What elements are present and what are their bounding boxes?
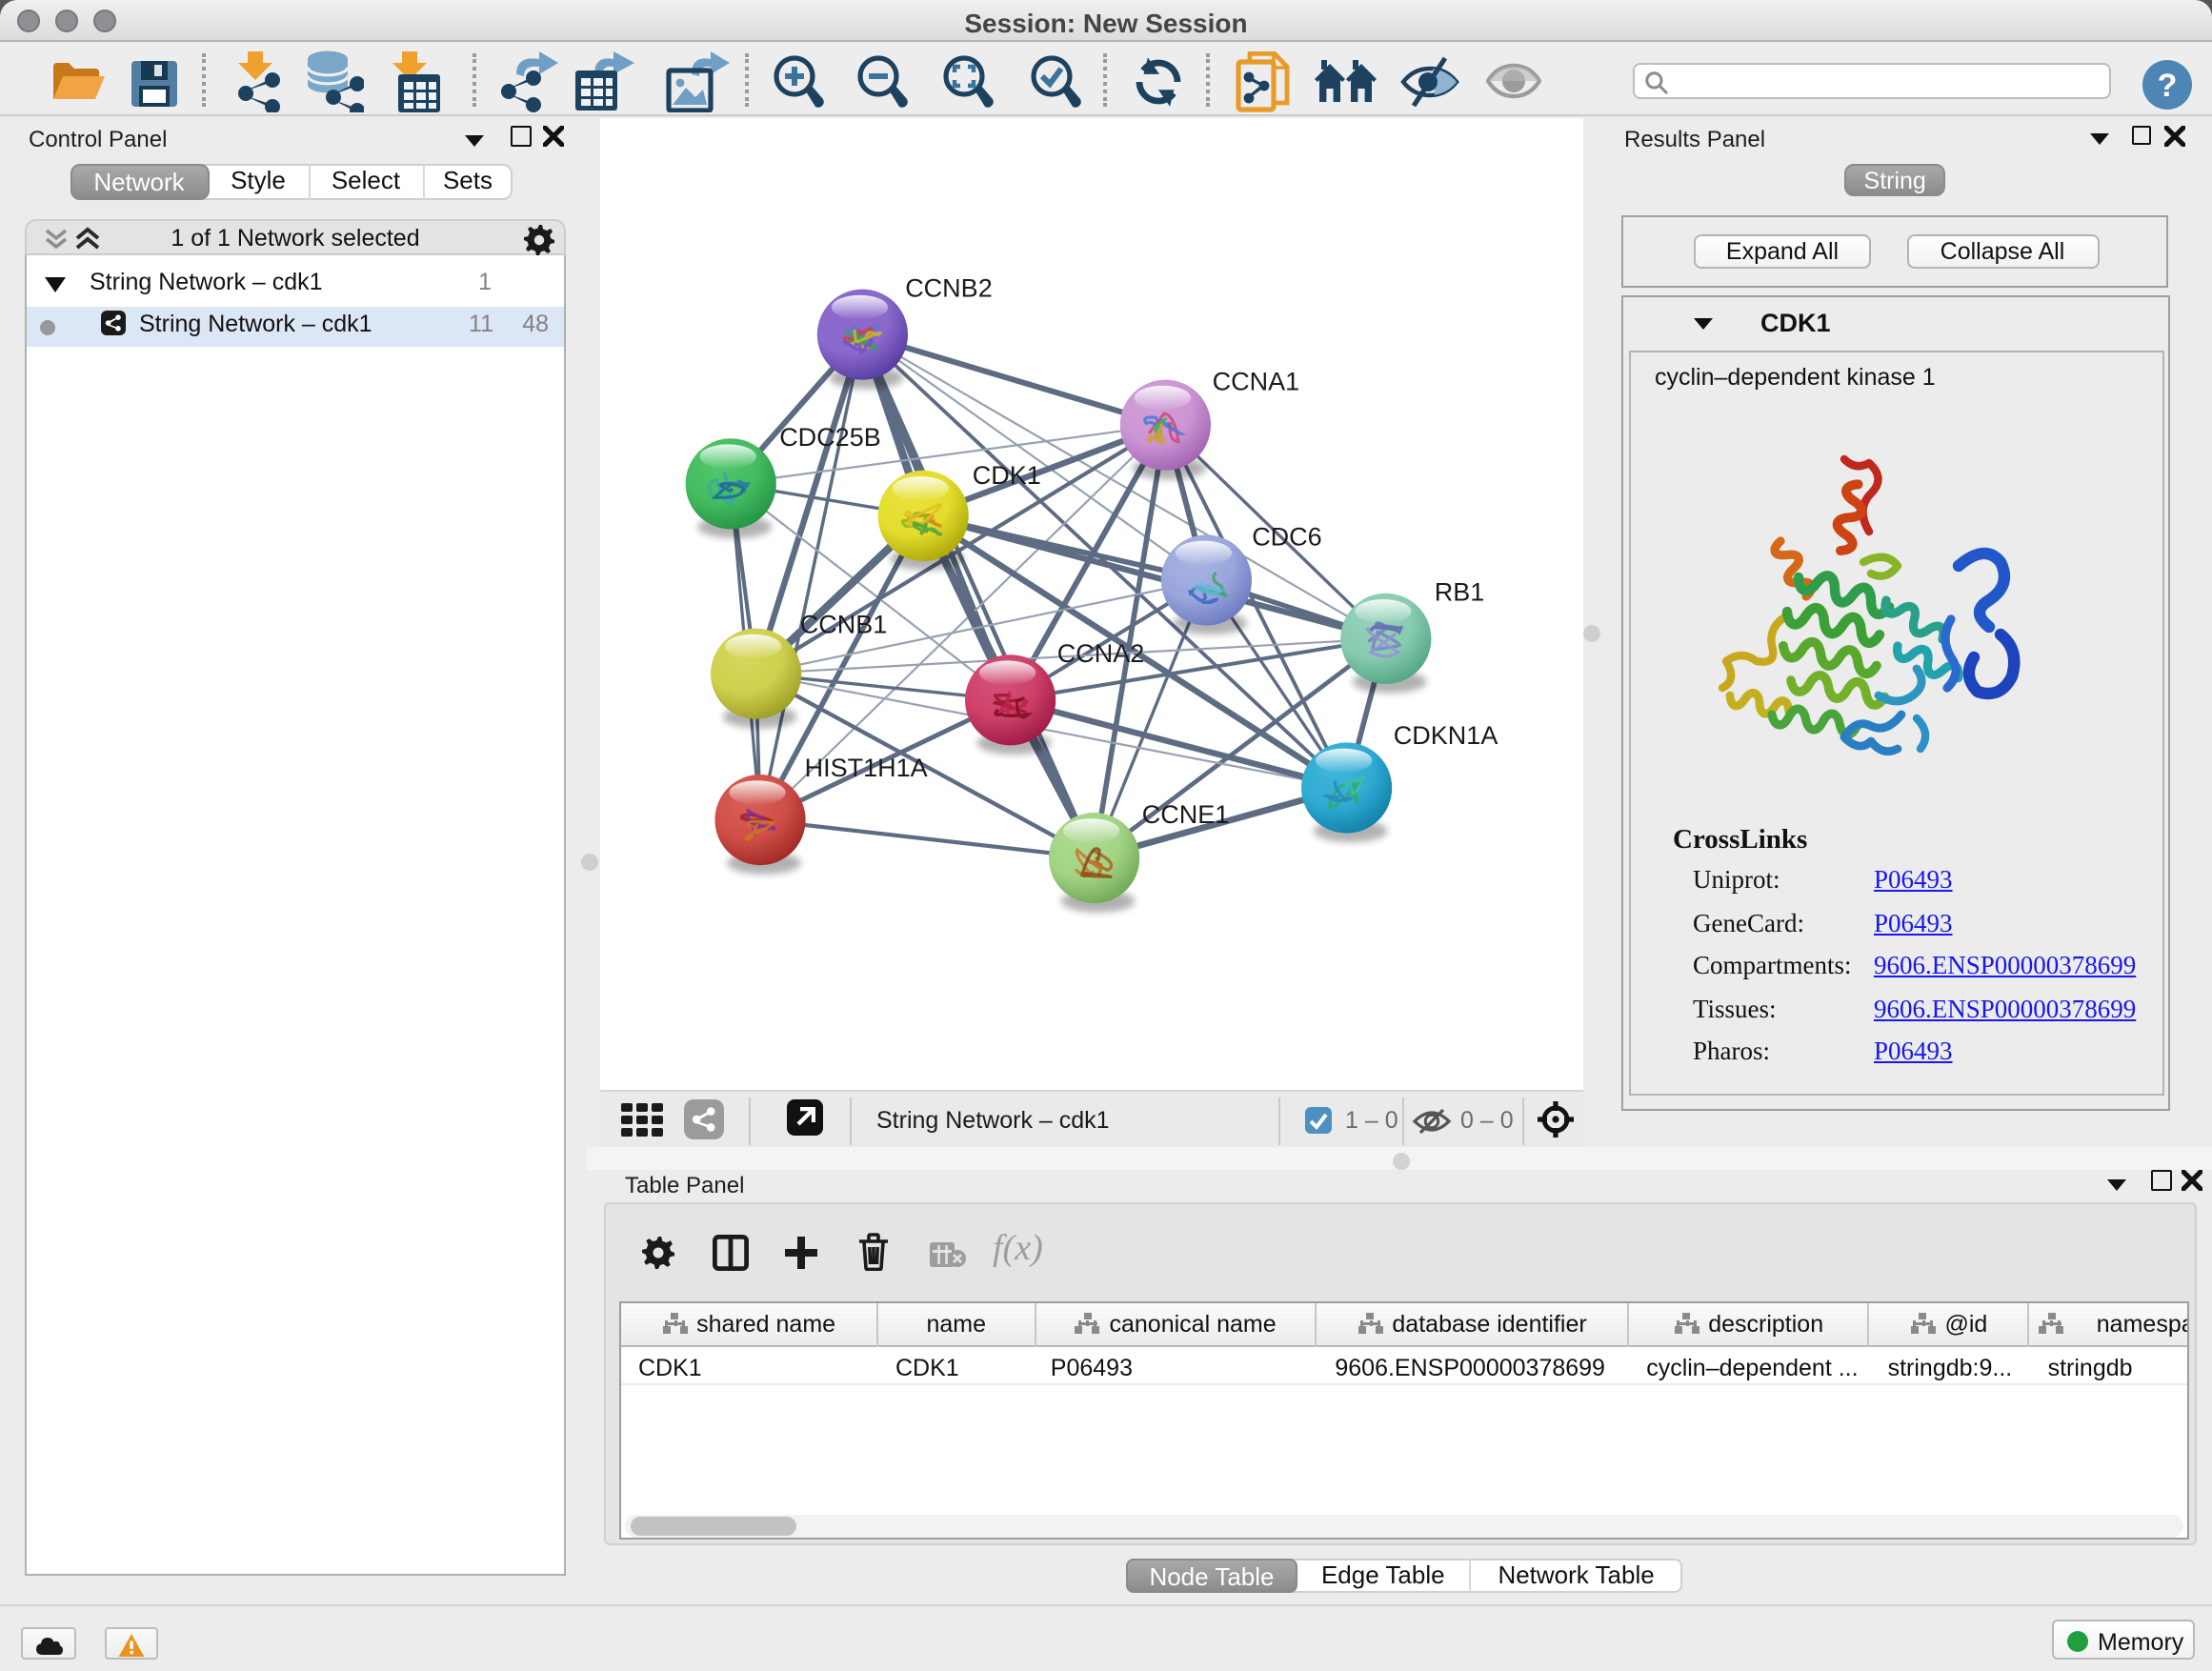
svg-text:RB1: RB1 — [1434, 578, 1484, 607]
svg-text:CCNA1: CCNA1 — [1212, 368, 1299, 396]
svg-text:CCNA2: CCNA2 — [1056, 639, 1144, 668]
svg-text:CDC6: CDC6 — [1251, 522, 1321, 551]
svg-text:CDK1: CDK1 — [972, 461, 1040, 490]
svg-text:?: ? — [2158, 68, 2178, 104]
svg-text:CCNB2: CCNB2 — [904, 273, 992, 302]
svg-text:CDKN1A: CDKN1A — [1393, 721, 1498, 750]
svg-text:HIST1H1A: HIST1H1A — [804, 754, 927, 782]
svg-text:CCNE1: CCNE1 — [1141, 800, 1229, 829]
svg-text:CDC25B: CDC25B — [778, 423, 880, 452]
svg-text:CCNB1: CCNB1 — [799, 610, 887, 638]
